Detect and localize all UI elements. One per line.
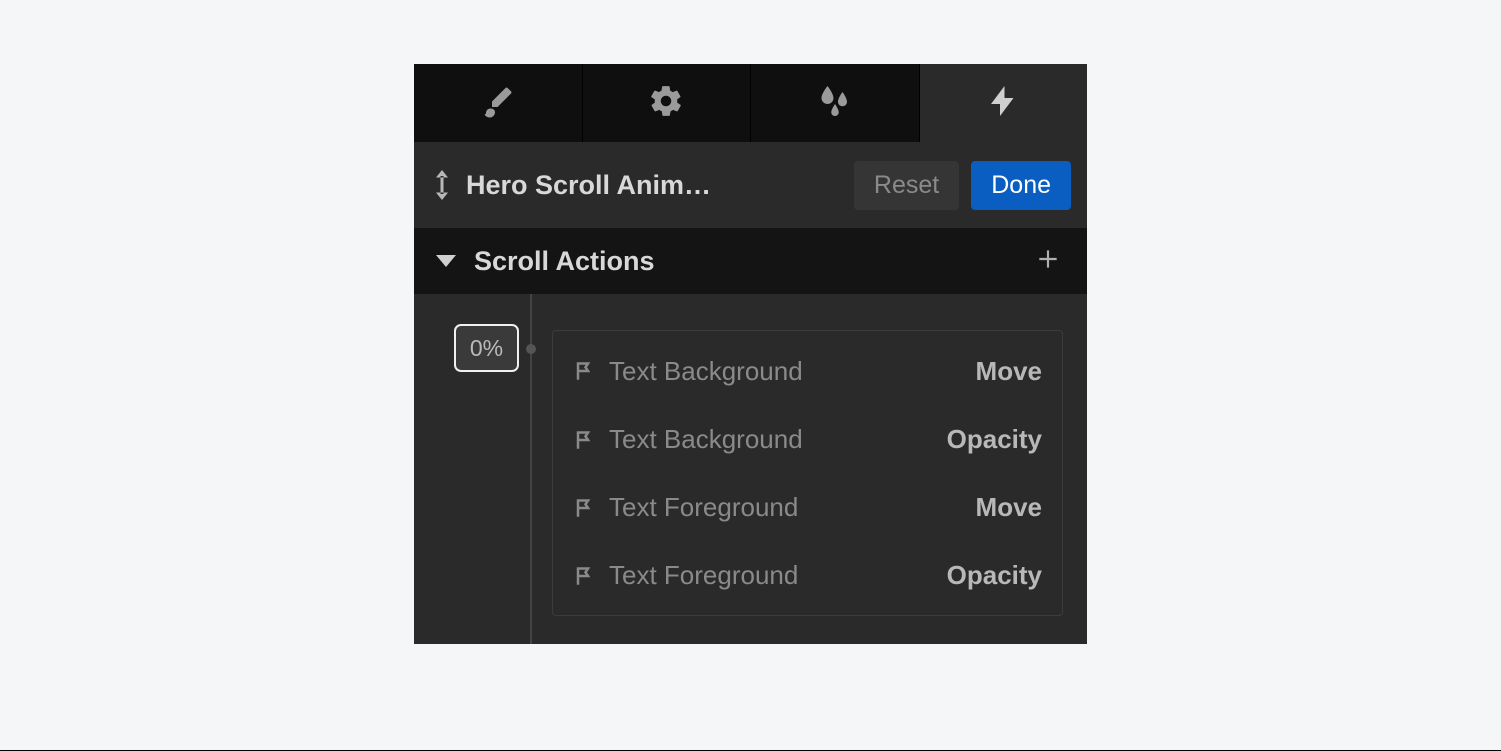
tab-interactions[interactable] xyxy=(920,64,1088,142)
brush-icon xyxy=(480,83,516,124)
action-type: Opacity xyxy=(947,560,1042,591)
action-target: Text Background xyxy=(609,424,931,455)
tab-style[interactable] xyxy=(414,64,583,142)
vertical-arrows-icon xyxy=(430,170,454,200)
section-title: Scroll Actions xyxy=(474,246,1015,277)
action-row[interactable]: Text Background Opacity xyxy=(553,405,1062,473)
action-target: Text Foreground xyxy=(609,492,960,523)
action-type: Move xyxy=(976,356,1042,387)
actions-list: Text Background Move Text Background Opa… xyxy=(552,330,1063,616)
action-row[interactable]: Text Background Move xyxy=(553,337,1062,405)
bolt-icon xyxy=(985,83,1021,124)
panel-tabs xyxy=(414,64,1087,142)
plus-icon xyxy=(1035,246,1061,277)
flag-icon xyxy=(573,497,593,519)
action-type: Move xyxy=(976,492,1042,523)
timeline-content: 0% Text Background Move Text Background … xyxy=(414,294,1087,644)
tab-settings[interactable] xyxy=(583,64,752,142)
reset-button[interactable]: Reset xyxy=(854,161,959,210)
drops-icon xyxy=(817,83,853,124)
gear-icon xyxy=(648,83,684,124)
flag-icon xyxy=(573,429,593,451)
flag-icon xyxy=(573,565,593,587)
add-action-button[interactable] xyxy=(1033,246,1063,276)
action-row[interactable]: Text Foreground Opacity xyxy=(553,541,1062,609)
action-target: Text Background xyxy=(609,356,960,387)
interactions-panel: Hero Scroll Anim… Reset Done Scroll Acti… xyxy=(414,64,1087,644)
flag-icon xyxy=(573,360,593,382)
keyframe-percent[interactable]: 0% xyxy=(454,324,519,372)
done-button[interactable]: Done xyxy=(971,161,1071,210)
action-type: Opacity xyxy=(947,424,1042,455)
action-target: Text Foreground xyxy=(609,560,931,591)
animation-header: Hero Scroll Anim… Reset Done xyxy=(414,142,1087,228)
action-row[interactable]: Text Foreground Move xyxy=(553,473,1062,541)
tab-effects[interactable] xyxy=(751,64,920,142)
keyframe-dot[interactable] xyxy=(526,344,536,354)
scroll-actions-header[interactable]: Scroll Actions xyxy=(414,228,1087,294)
chevron-down-icon xyxy=(436,255,456,267)
animation-title: Hero Scroll Anim… xyxy=(466,170,842,201)
